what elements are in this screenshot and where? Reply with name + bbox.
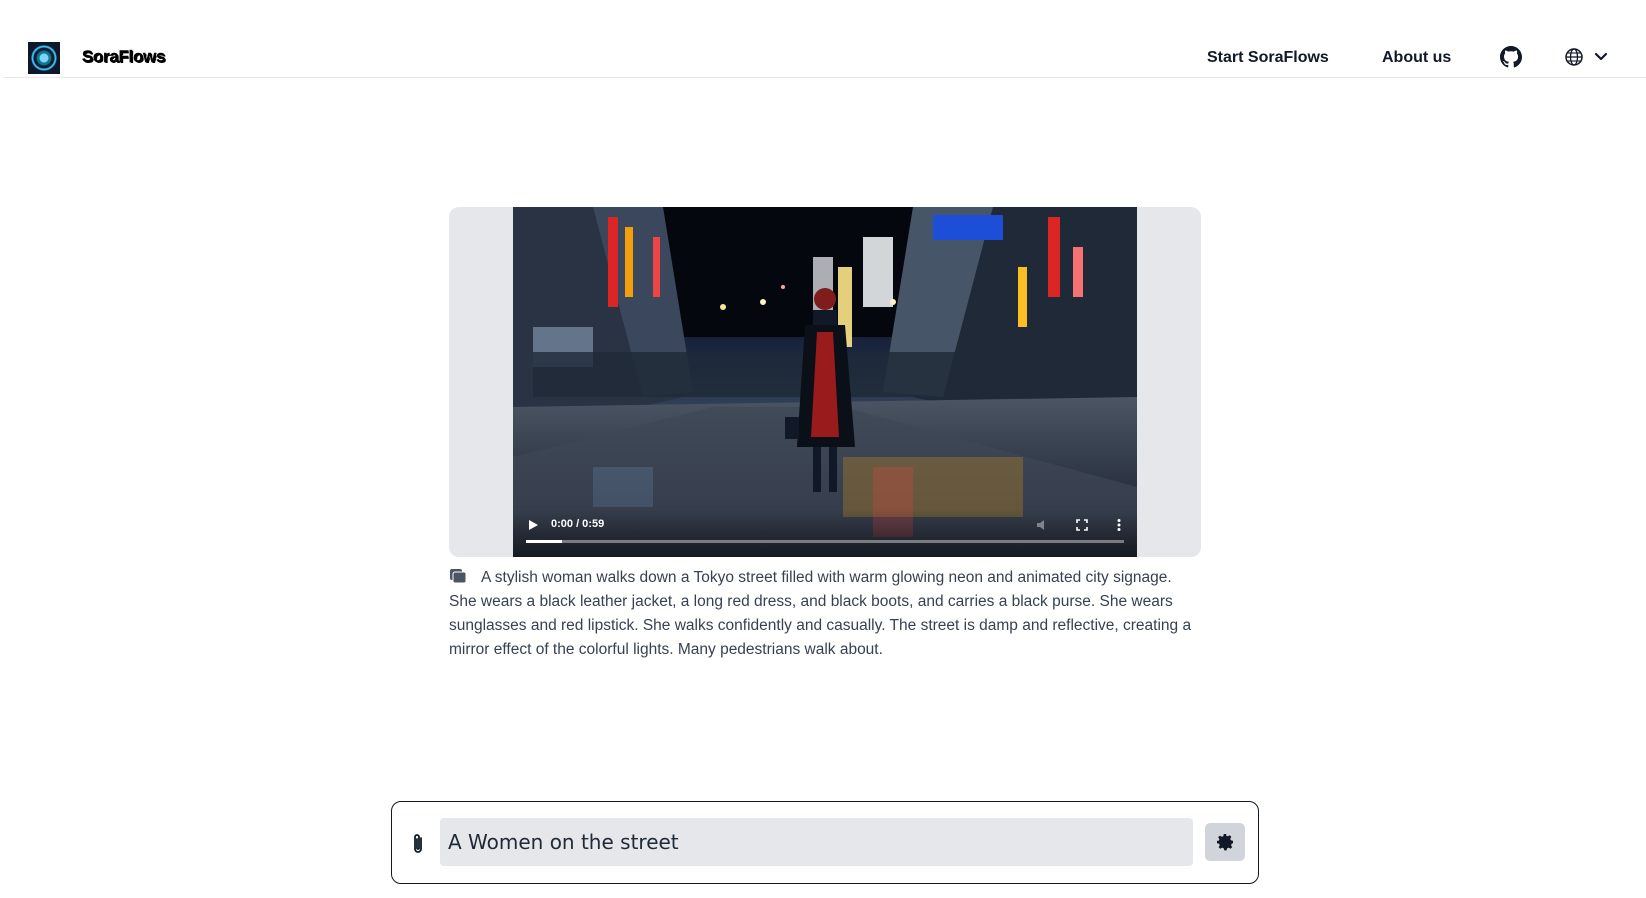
site-header: SoraFlows Start SoraFlows About us: [4, 36, 1646, 78]
gear-icon: [1217, 834, 1233, 851]
nav-about-us[interactable]: About us: [1382, 49, 1451, 67]
prompt-bar: [391, 801, 1259, 884]
video-controls: 0:00 / 0:59: [513, 509, 1137, 557]
logo-icon[interactable]: [28, 42, 60, 74]
github-icon[interactable]: [1500, 46, 1522, 68]
video-player[interactable]: 0:00 / 0:59: [513, 207, 1137, 557]
video-card: 0:00 / 0:59: [449, 207, 1201, 557]
more-vertical-icon[interactable]: [1111, 517, 1127, 533]
video-progress-bar[interactable]: [526, 540, 1124, 543]
fullscreen-icon[interactable]: [1074, 517, 1090, 533]
copy-icon[interactable]: [449, 568, 467, 584]
nav-start-soraflows[interactable]: Start SoraFlows: [1207, 49, 1329, 67]
video-time: 0:00 / 0:59: [551, 518, 605, 530]
video-frame-image: [513, 207, 1137, 557]
language-selector[interactable]: [1564, 46, 1612, 68]
description-text: A stylish woman walks down a Tokyo stree…: [449, 569, 1192, 658]
prompt-input[interactable]: [440, 818, 1193, 866]
settings-button[interactable]: [1205, 823, 1245, 861]
brand-name[interactable]: SoraFlows: [82, 47, 166, 67]
chevron-down-icon: [1594, 52, 1608, 61]
video-progress-fill: [526, 540, 562, 543]
play-icon[interactable]: [527, 519, 539, 531]
volume-icon[interactable]: [1035, 517, 1051, 533]
paperclip-icon[interactable]: [408, 832, 428, 856]
globe-icon: [1565, 48, 1583, 66]
video-description: A stylish woman walks down a Tokyo stree…: [449, 566, 1201, 662]
